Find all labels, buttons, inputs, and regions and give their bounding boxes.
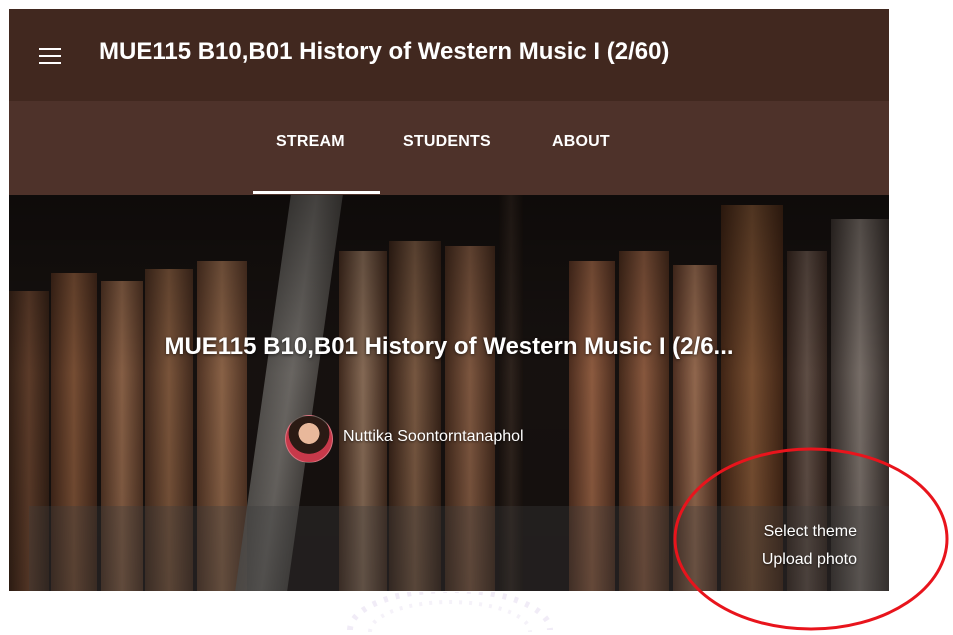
app-header: MUE115 B10,B01 History of Western Music … xyxy=(9,9,889,101)
tab-bar: STREAM STUDENTS ABOUT xyxy=(9,101,889,195)
teacher-name: Nuttika Soontorntanaphol xyxy=(343,428,524,445)
tab-students[interactable]: STUDENTS xyxy=(403,133,491,151)
tab-stream[interactable]: STREAM xyxy=(276,133,345,151)
avatar xyxy=(285,415,333,463)
watermark-logo xyxy=(347,592,553,632)
class-title: MUE115 B10,B01 History of Western Music … xyxy=(99,38,670,65)
tab-about[interactable]: ABOUT xyxy=(552,133,610,151)
banner-class-title: MUE115 B10,B01 History of Western Music … xyxy=(164,333,734,360)
red-circle-annotation xyxy=(673,447,949,631)
active-tab-indicator xyxy=(253,191,380,194)
hamburger-menu-icon[interactable] xyxy=(39,48,61,64)
